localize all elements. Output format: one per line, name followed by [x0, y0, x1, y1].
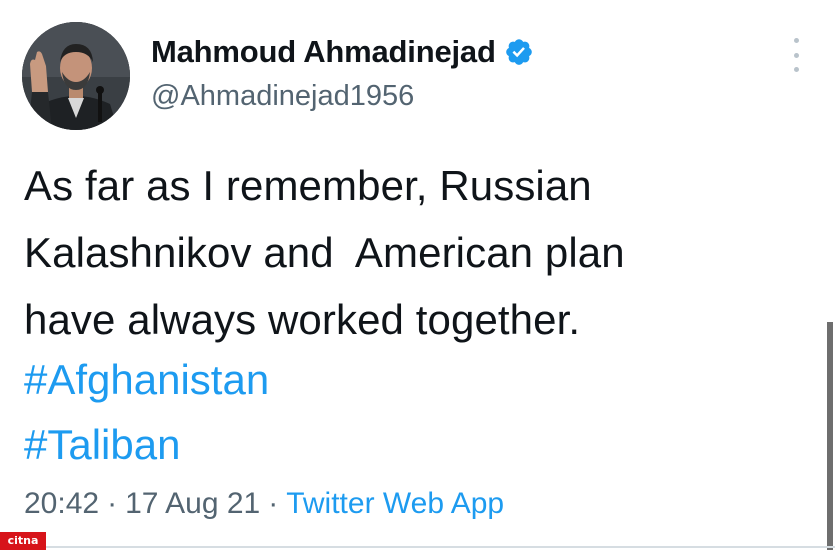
- meta-separator: ·: [107, 487, 118, 520]
- avatar[interactable]: [22, 22, 130, 130]
- more-options-icon[interactable]: [786, 38, 806, 72]
- watermark-logo: citna: [0, 532, 46, 550]
- hashtag-link-afghanistan[interactable]: #Afghanistan: [24, 350, 269, 410]
- more-dot: [793, 38, 799, 43]
- scrollbar[interactable]: [827, 322, 833, 550]
- tweet-card: Mahmoud Ahmadinejad @Ahmadinejad1956 As …: [0, 0, 835, 550]
- author-row: Mahmoud Ahmadinejad: [151, 30, 534, 74]
- tweet-text-line: have always worked together.: [24, 296, 581, 343]
- user-handle[interactable]: @Ahmadinejad1956: [151, 80, 414, 113]
- tweet-time[interactable]: 20:42: [24, 487, 99, 520]
- meta-separator: ·: [268, 487, 279, 520]
- avatar-photo: [22, 22, 130, 130]
- divider: [46, 546, 835, 548]
- tweet-metadata: 20:42 · 17 Aug 21 · Twitter Web App: [24, 483, 504, 525]
- tweet-date[interactable]: 17 Aug 21: [125, 487, 260, 520]
- tweet-text-line: As far as I remember, Russian: [24, 162, 592, 209]
- tweet-source-link[interactable]: Twitter Web App: [286, 487, 504, 520]
- more-dot: [793, 67, 799, 72]
- hashtag-link-taliban[interactable]: #Taliban: [24, 415, 180, 475]
- tweet-text-line: Kalashnikov and American plan: [24, 229, 625, 276]
- more-dot: [793, 52, 799, 58]
- verified-badge-icon: [504, 37, 534, 67]
- tweet-text: As far as I remember, Russian Kalashniko…: [24, 152, 814, 353]
- display-name[interactable]: Mahmoud Ahmadinejad: [151, 34, 496, 70]
